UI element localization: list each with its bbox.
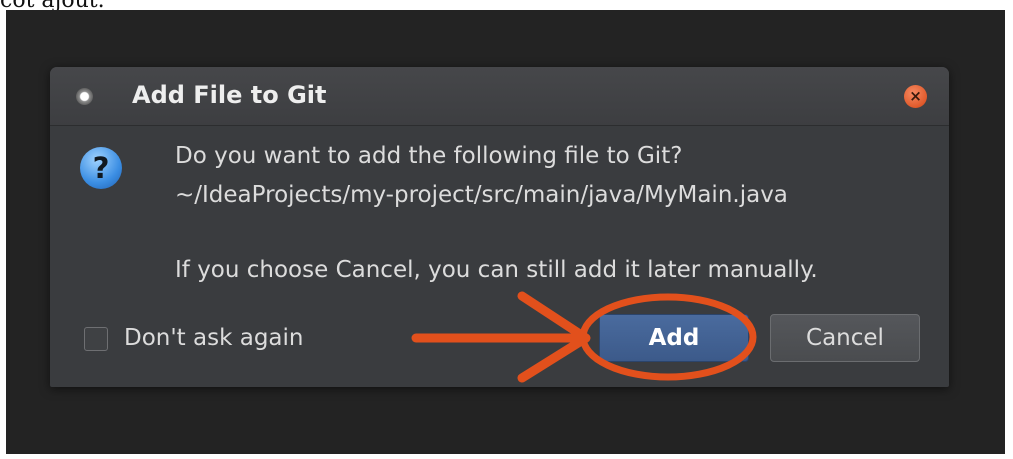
- add-button[interactable]: Add: [599, 314, 749, 362]
- message-question: Do you want to add the following file to…: [175, 143, 683, 169]
- dont-ask-again-label[interactable]: Don't ask again: [124, 325, 303, 351]
- close-icon[interactable]: ×: [904, 85, 927, 108]
- dialog-title: Add File to Git: [132, 81, 327, 109]
- message-file-path: ~/IdeaProjects/my-project/src/main/java/…: [175, 182, 788, 208]
- cancel-button[interactable]: Cancel: [770, 314, 920, 362]
- add-file-to-git-dialog: Add File to Git × ? Do you want to add t…: [50, 67, 949, 387]
- message-cancel-hint: If you choose Cancel, you can still add …: [175, 257, 818, 283]
- dont-ask-again-checkbox[interactable]: [84, 327, 108, 351]
- question-icon: ?: [80, 147, 122, 189]
- screenshot-backdrop: Add File to Git × ? Do you want to add t…: [6, 10, 1005, 454]
- dialog-titlebar: Add File to Git ×: [50, 67, 949, 126]
- window-menu-dot-icon[interactable]: [76, 88, 93, 105]
